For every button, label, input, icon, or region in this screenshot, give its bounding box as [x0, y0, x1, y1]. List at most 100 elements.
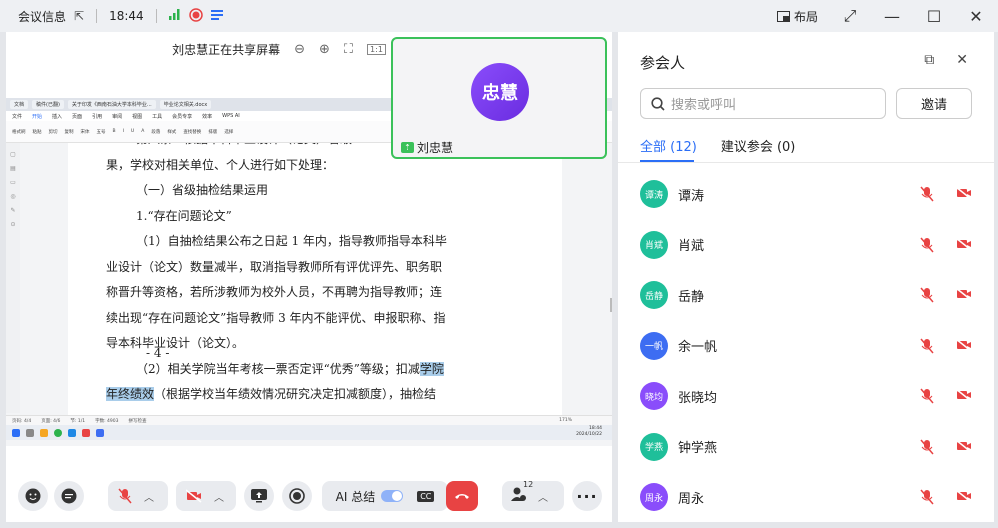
- mic-off-icon[interactable]: [920, 338, 934, 354]
- close-icon[interactable]: ✕: [956, 52, 968, 68]
- wps-tool[interactable]: 排版: [208, 129, 217, 135]
- wps-tool[interactable]: 样式: [167, 129, 176, 135]
- start-icon[interactable]: [12, 428, 20, 437]
- tab-suggested[interactable]: 建议参会 (0): [721, 136, 796, 155]
- chevron-up-icon[interactable]: ︿: [144, 489, 154, 504]
- wps-menu-item[interactable]: 页面: [72, 113, 82, 120]
- app-icon[interactable]: [26, 428, 34, 437]
- wps-tool[interactable]: 复制: [65, 129, 74, 135]
- participant-row[interactable]: 一帆 余一帆: [640, 321, 980, 372]
- leave-meeting-button[interactable]: [446, 481, 478, 511]
- app-icon[interactable]: [40, 428, 48, 437]
- camera-off-icon[interactable]: [956, 338, 972, 352]
- mic-off-icon[interactable]: [920, 489, 934, 505]
- maximize-button[interactable]: ☐: [924, 7, 944, 26]
- nav-icon[interactable]: ◎: [10, 193, 15, 200]
- fullscreen-icon[interactable]: ⤢: [840, 6, 860, 26]
- participant-row[interactable]: 谭涛 谭涛: [640, 169, 980, 220]
- chat-button[interactable]: [54, 481, 84, 511]
- nav-icon[interactable]: ⊙: [10, 221, 15, 228]
- wps-tool[interactable]: 选择: [224, 129, 233, 135]
- ai-summary-toggle[interactable]: AI 总结 CC: [322, 481, 448, 511]
- mic-off-icon[interactable]: [920, 439, 934, 455]
- mic-off-icon[interactable]: [920, 287, 934, 303]
- wps-tab[interactable]: 关于印发《西南石油大学本科毕业...: [67, 100, 156, 109]
- emoji-button[interactable]: [18, 481, 48, 511]
- chevron-up-icon[interactable]: ︿: [214, 489, 224, 504]
- wps-tool[interactable]: I: [123, 129, 124, 134]
- cc-button[interactable]: CC: [417, 490, 435, 502]
- participant-row[interactable]: 学燕 钟学燕: [640, 422, 980, 473]
- participant-row[interactable]: 晓均 张晓均: [640, 371, 980, 422]
- wps-menu-item[interactable]: 视图: [132, 113, 142, 120]
- search-input[interactable]: 搜索或呼叫: [640, 88, 886, 119]
- chevron-up-icon[interactable]: ︿: [538, 489, 548, 504]
- actual-size-icon[interactable]: 1:1: [367, 43, 386, 55]
- app-icon[interactable]: [96, 428, 104, 437]
- camera-off-icon[interactable]: [956, 287, 972, 301]
- meeting-info-label[interactable]: 会议信息: [18, 8, 66, 25]
- wps-tab[interactable]: 稿件(已翻): [32, 100, 64, 109]
- speaker-video-tile[interactable]: 忠慧 ⇡ 刘忠慧: [391, 37, 607, 159]
- close-button[interactable]: ✕: [966, 7, 986, 26]
- wps-tool[interactable]: A: [141, 129, 144, 134]
- nav-icon[interactable]: ▢: [10, 151, 16, 158]
- camera-off-icon[interactable]: [956, 439, 972, 453]
- wps-icon[interactable]: [82, 428, 90, 437]
- zoom-out-icon[interactable]: ⊖: [294, 42, 305, 57]
- share-link-icon[interactable]: ⇱: [74, 9, 84, 23]
- nav-icon[interactable]: ✎: [10, 207, 15, 214]
- signal-icon[interactable]: [168, 9, 181, 23]
- doc-scrollbar[interactable]: [610, 298, 612, 312]
- share-screen-button[interactable]: [244, 481, 274, 511]
- participant-row[interactable]: 周永 周永: [640, 472, 980, 523]
- participant-row[interactable]: 岳静 岳静: [640, 270, 980, 321]
- record-button[interactable]: [282, 481, 312, 511]
- toggle-switch[interactable]: [381, 490, 404, 502]
- participant-row[interactable]: 肖斌 肖斌: [640, 220, 980, 271]
- wps-menu-item[interactable]: 插入: [52, 113, 62, 120]
- record-icon[interactable]: [188, 7, 203, 25]
- mic-off-icon[interactable]: [920, 186, 934, 202]
- wps-tool[interactable]: 粘贴: [33, 129, 42, 135]
- wps-menu-item[interactable]: WPS AI: [222, 113, 240, 119]
- nav-icon[interactable]: ▭: [10, 179, 16, 186]
- app-icon[interactable]: [68, 428, 76, 437]
- minimize-button[interactable]: —: [882, 7, 902, 26]
- mic-off-icon[interactable]: [920, 388, 934, 404]
- video-button[interactable]: ︿: [176, 481, 236, 511]
- camera-off-icon[interactable]: [956, 186, 972, 200]
- tab-all[interactable]: 全部 (12): [640, 136, 697, 155]
- invite-button[interactable]: 邀请: [896, 88, 972, 119]
- popout-icon[interactable]: ⧉: [924, 52, 934, 68]
- fit-screen-icon[interactable]: ⛶: [344, 42, 353, 57]
- notes-icon[interactable]: [210, 9, 225, 24]
- wps-menu-item[interactable]: 审阅: [112, 113, 122, 120]
- mute-button[interactable]: ︿: [108, 481, 168, 511]
- camera-off-icon[interactable]: [956, 388, 972, 402]
- participants-button[interactable]: 12 ︿: [502, 480, 564, 511]
- wps-tool[interactable]: B: [113, 129, 116, 134]
- wps-tab[interactable]: 毕业论文相关.docx: [159, 100, 212, 109]
- camera-off-icon[interactable]: [956, 237, 972, 251]
- layout-button[interactable]: 布局: [776, 8, 818, 25]
- wps-menu-item[interactable]: 引用: [92, 113, 102, 120]
- wps-tool[interactable]: 宋体: [81, 129, 90, 135]
- nav-icon[interactable]: ▤: [10, 165, 16, 172]
- wps-tool[interactable]: U: [131, 129, 134, 134]
- wps-tool[interactable]: 剪切: [49, 129, 58, 135]
- wps-menu-item[interactable]: 文件: [12, 113, 22, 120]
- wps-menu-item[interactable]: 工具: [152, 113, 162, 120]
- wps-tab[interactable]: 文档: [10, 100, 29, 109]
- wps-tool[interactable]: 查找替换: [183, 129, 201, 135]
- more-button[interactable]: ···: [572, 481, 602, 511]
- wps-tool[interactable]: 格式刷: [12, 129, 26, 135]
- chrome-icon[interactable]: [54, 428, 62, 437]
- wps-menu-item[interactable]: 会员专享: [172, 113, 192, 120]
- wps-menu-item[interactable]: 效率: [202, 113, 212, 120]
- wps-menu-item[interactable]: 开始: [32, 113, 42, 120]
- wps-tool[interactable]: 段落: [151, 129, 160, 135]
- wps-tool[interactable]: 五号: [97, 129, 106, 135]
- mic-off-icon[interactable]: [920, 237, 934, 253]
- zoom-level[interactable]: 171%: [559, 418, 572, 423]
